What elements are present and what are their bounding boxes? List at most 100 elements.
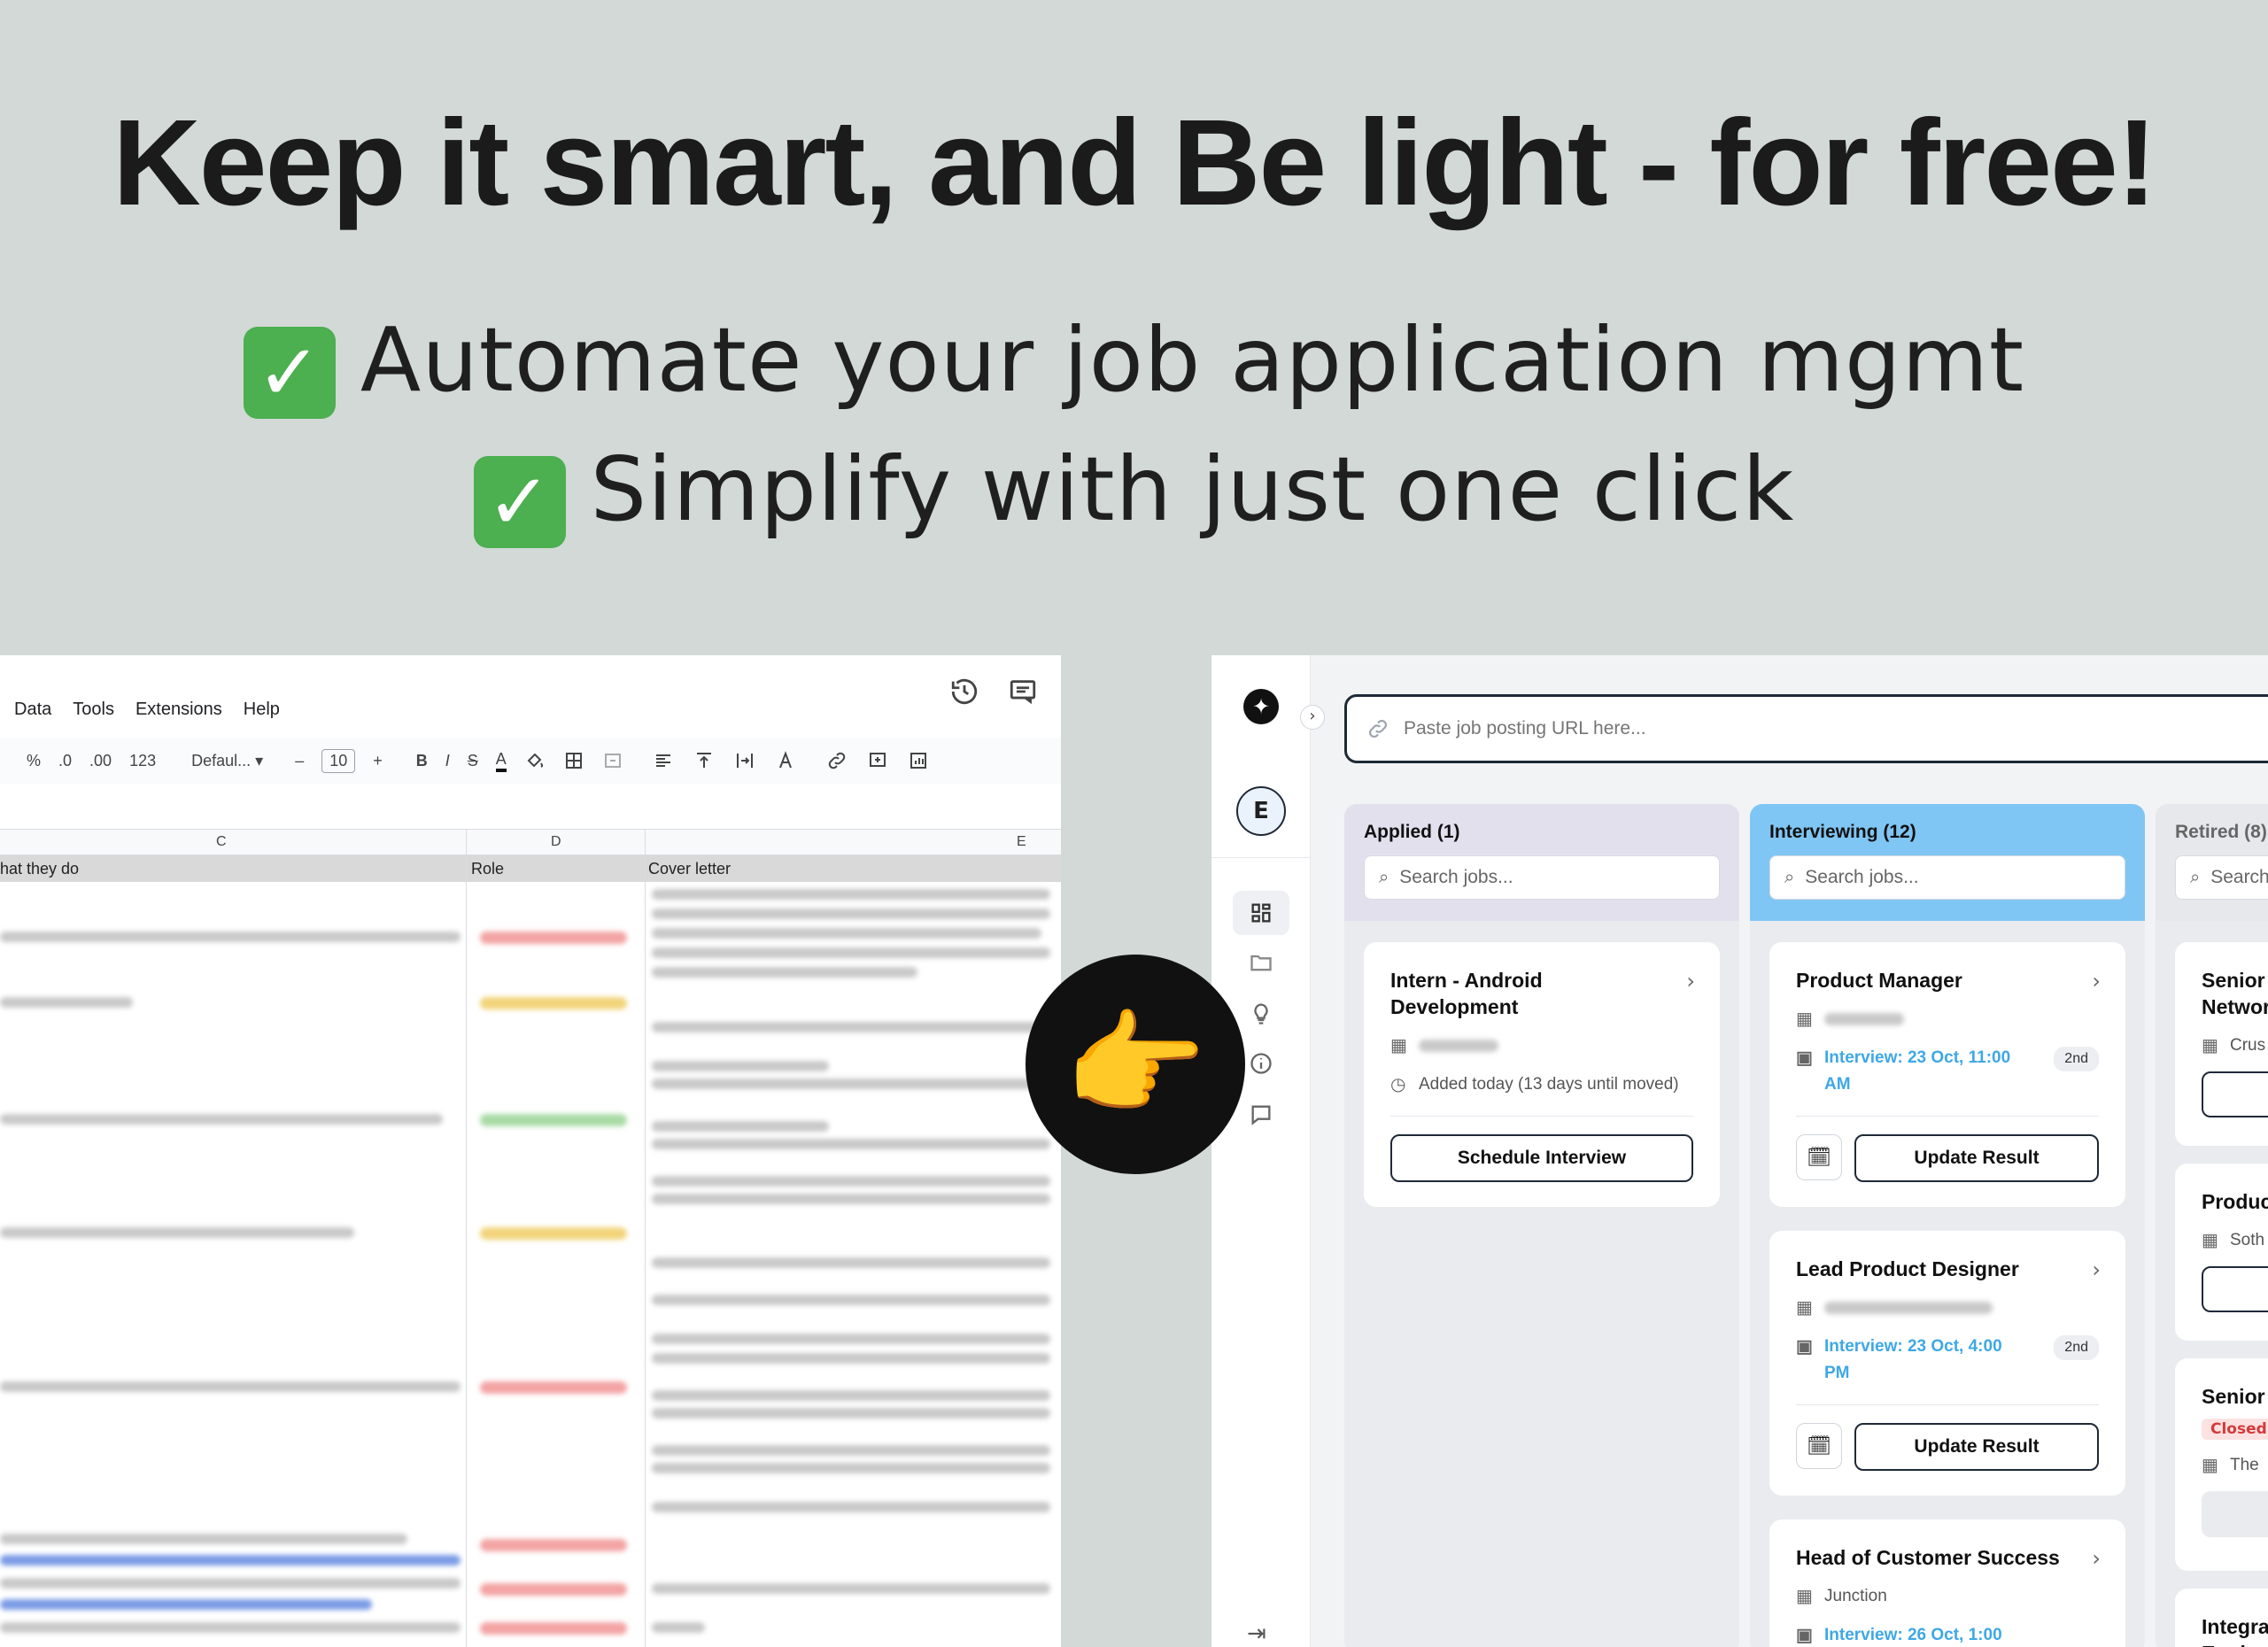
vertical-align-icon[interactable] xyxy=(693,750,716,771)
interview-time: Interview: 23 Oct, 4:00 PM xyxy=(1824,1337,2002,1382)
column-retired: Retired (8) ⌕ Search Senior Networ ▦ Crus… xyxy=(2156,804,2268,1647)
chat-nav-icon[interactable] xyxy=(1233,1093,1289,1137)
board-nav-icon[interactable] xyxy=(1233,891,1289,935)
calendar-icon: ▣ xyxy=(1796,1048,1813,1068)
calendar-clock-icon[interactable]: 🗓 xyxy=(1796,1134,1842,1180)
job-title: Produc xyxy=(2202,1190,2268,1213)
sidebar-divider xyxy=(1211,857,1310,858)
card-action-button[interactable] xyxy=(2202,1071,2268,1117)
job-card[interactable]: Produc ▦ Soth xyxy=(2175,1164,2268,1341)
column-search[interactable]: ⌕ Search jobs... xyxy=(1364,855,1720,900)
menu-tools[interactable]: Tools xyxy=(73,700,114,720)
column-divider xyxy=(645,829,646,1647)
logout-icon[interactable]: ⇥ xyxy=(1247,1620,1266,1647)
job-card[interactable]: Senior Networ ▦ Crus xyxy=(2175,942,2268,1146)
sparkle-logo-icon[interactable]: ✦ xyxy=(1243,689,1279,724)
column-d-header[interactable]: D xyxy=(551,834,561,850)
company-name-blurred xyxy=(1419,1040,1498,1052)
status-row: Closed xyxy=(2202,1419,2268,1440)
strikethrough-button[interactable]: S xyxy=(468,752,478,770)
added-text: Added today (13 days until moved) xyxy=(1419,1075,1679,1094)
text-rotation-icon[interactable] xyxy=(774,750,797,771)
update-result-button[interactable]: Update Result xyxy=(1854,1134,2099,1182)
folder-nav-icon[interactable] xyxy=(1233,940,1289,985)
job-title: Head of Customer Success xyxy=(1796,1546,2060,1569)
avatar[interactable]: E xyxy=(1236,786,1286,836)
merge-cells-icon[interactable] xyxy=(602,750,623,771)
card-actions: 🗓 Update Result xyxy=(1796,1423,2099,1471)
align-left-icon[interactable] xyxy=(652,750,675,771)
company-name: Junction xyxy=(1824,1587,1887,1605)
history-icon[interactable] xyxy=(949,677,979,707)
font-size-input[interactable]: 10 xyxy=(321,748,356,773)
sheet-toolbar: % .0 .00 123 Defaul... ▾ – 10 + B I S A xyxy=(0,738,1061,784)
text-wrap-icon[interactable] xyxy=(733,750,756,771)
job-url-input[interactable] xyxy=(1404,718,2112,739)
chevron-right-icon[interactable]: › xyxy=(2092,1257,2101,1282)
font-size-increase[interactable]: + xyxy=(373,752,383,770)
percent-button[interactable]: % xyxy=(27,752,41,770)
increase-decimal-button[interactable]: .00 xyxy=(89,752,112,770)
column-search[interactable]: ⌕ Search xyxy=(2175,855,2268,900)
update-result-button[interactable]: Update Result xyxy=(1854,1423,2099,1471)
round-badge: 2nd xyxy=(2054,1335,2099,1360)
comment-icon[interactable] xyxy=(1008,677,1038,707)
number-format-button[interactable]: 123 xyxy=(129,752,156,770)
column-e-header[interactable]: E xyxy=(1017,834,1026,850)
menu-extensions[interactable]: Extensions xyxy=(135,700,222,720)
search-placeholder: Search jobs... xyxy=(1399,867,1513,887)
chevron-right-icon[interactable]: › xyxy=(1686,969,1695,994)
insert-chart-icon[interactable] xyxy=(907,750,930,771)
job-card[interactable]: Head of Customer Success › ▦ Junction ▣ In… xyxy=(1769,1519,2125,1647)
italic-button[interactable]: I xyxy=(445,752,450,770)
round-badge: 2nd xyxy=(2054,1047,2099,1071)
font-select[interactable]: Defaul... ▾ xyxy=(191,752,263,770)
search-icon: ⌕ xyxy=(2190,867,2201,887)
job-card[interactable]: Senior Closed ▦ The xyxy=(2175,1358,2268,1571)
chevron-right-icon[interactable]: › xyxy=(2092,969,2101,994)
fill-color-icon[interactable] xyxy=(524,750,546,771)
chevron-right-icon[interactable]: › xyxy=(2092,1546,2101,1571)
job-card[interactable]: Integra Engine xyxy=(2175,1589,2268,1647)
calendar-clock-icon[interactable]: 🗓 xyxy=(1796,1423,1842,1469)
decrease-decimal-button[interactable]: .0 xyxy=(58,752,72,770)
job-title: Lead Product Designer xyxy=(1796,1257,2019,1280)
company-row: ▦ Soth xyxy=(2202,1227,2268,1254)
link-icon[interactable] xyxy=(825,750,848,771)
company-name: Soth xyxy=(2230,1231,2265,1249)
hero-bullet-text: Automate your job application mgmt xyxy=(360,308,2025,412)
insert-comment-icon[interactable] xyxy=(866,750,889,771)
bold-button[interactable]: B xyxy=(416,752,428,770)
job-card[interactable]: Product Manager › ▦ ▣ Interview: 23 Oct, … xyxy=(1769,942,2125,1207)
calendar-icon: ▣ xyxy=(1796,1626,1813,1645)
card-action-button[interactable] xyxy=(2202,1266,2268,1312)
job-card[interactable]: Intern - Android Development › ▦ ◷ Added … xyxy=(1364,942,1720,1207)
expand-sidebar-chevron-icon[interactable]: › xyxy=(1300,705,1325,730)
added-row: ◷ Added today (13 days until moved) xyxy=(1390,1071,1693,1098)
column-c-header[interactable]: C xyxy=(216,834,227,850)
search-placeholder: Search xyxy=(2210,867,2268,887)
header-cell-cover-letter[interactable]: Cover letter xyxy=(648,860,731,878)
job-card[interactable]: Lead Product Designer › ▦ ▣ Interview: 23… xyxy=(1769,1231,2125,1496)
pointing-hand-icon: 👉 xyxy=(1026,955,1245,1174)
lightbulb-nav-icon[interactable] xyxy=(1233,992,1289,1036)
column-search[interactable]: ⌕ Search jobs... xyxy=(1769,855,2125,900)
font-select-value: Defaul... xyxy=(191,751,252,769)
status-badge: Closed xyxy=(2202,1419,2268,1440)
font-size-decrease[interactable]: – xyxy=(295,752,304,770)
job-url-bar[interactable] xyxy=(1344,694,2268,763)
interview-row: ▣ Interview: 26 Oct, 1:00 xyxy=(1796,1622,2099,1647)
header-cell-what-they-do[interactable]: hat they do xyxy=(0,860,79,878)
header-cell-role[interactable]: Role xyxy=(471,860,504,878)
link-icon xyxy=(1369,720,1387,738)
building-icon: ▦ xyxy=(1390,1036,1407,1055)
text-color-button[interactable]: A xyxy=(495,750,507,772)
column-applied: Applied (1) ⌕ Search jobs... Intern - An… xyxy=(1344,804,1739,1647)
check-icon: ✓ xyxy=(243,327,336,419)
job-title: Senior xyxy=(2202,969,2265,992)
schedule-interview-button[interactable]: Schedule Interview xyxy=(1390,1134,1693,1182)
menu-help[interactable]: Help xyxy=(244,700,280,720)
borders-icon[interactable] xyxy=(563,750,584,771)
menu-data[interactable]: Data xyxy=(14,700,51,720)
job-title-line2: Engine xyxy=(2202,1640,2268,1647)
